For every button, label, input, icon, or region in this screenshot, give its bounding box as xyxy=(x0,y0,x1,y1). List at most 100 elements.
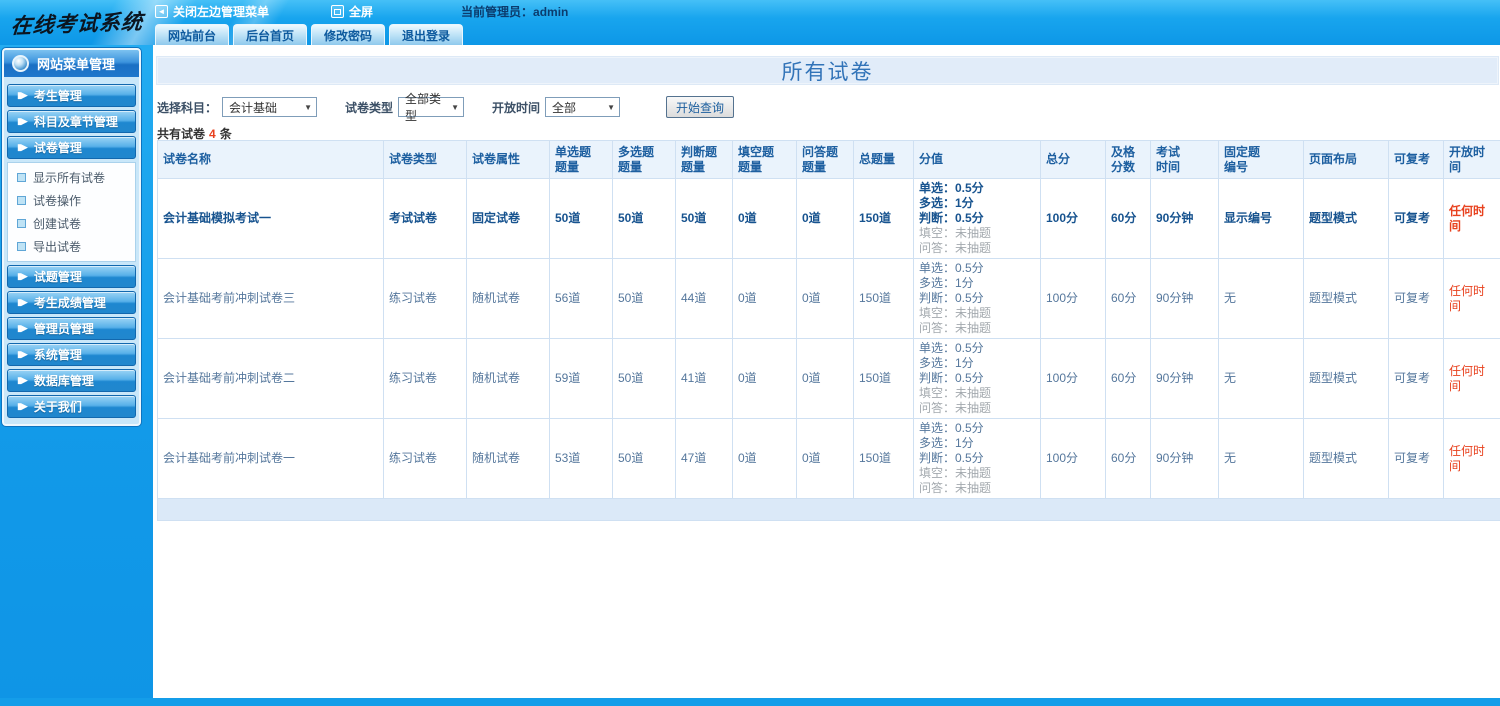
score-line: 填空：未抽题 xyxy=(919,226,992,240)
cell-open-time: 任何时间 xyxy=(1443,178,1500,259)
sidebar-subitem[interactable]: 显示所有试卷 xyxy=(8,166,135,189)
cell-fixed-no: 无 xyxy=(1218,418,1304,499)
subject-select[interactable]: 会计基础 ▼ xyxy=(222,97,318,117)
papers-table: 试卷名称 试卷类型 试卷属性 单选题 题量 多选题 题量 判断题 题量 填空题 题量 问答题 … xyxy=(157,140,1500,521)
cell-open-time: 任何时间 xyxy=(1443,258,1500,339)
score-line: 判断：0.5分 xyxy=(919,211,984,225)
sidebar-button-label: 考生成绩管理 xyxy=(33,296,106,310)
cell-single: 59道 xyxy=(549,338,613,419)
sidebar-subitem[interactable]: 创建试卷 xyxy=(8,212,135,235)
score-line: 问答：未抽题 xyxy=(919,401,992,415)
open-time-select[interactable]: 全部 ▼ xyxy=(545,97,621,117)
subject-label: 选择科目： xyxy=(157,100,218,115)
score-line: 单选：0.5分 xyxy=(919,261,984,275)
sidebar-subitem[interactable]: 试卷操作 xyxy=(8,189,135,212)
pause-play-icon: ▮▶ xyxy=(17,271,28,281)
cell-pass-score: 60分 xyxy=(1105,418,1151,499)
cell-retake: 可复考 xyxy=(1388,338,1444,419)
column-header: 试卷名称 xyxy=(157,140,384,179)
score-line: 判断：0.5分 xyxy=(919,371,984,385)
cell-single: 56道 xyxy=(549,258,613,339)
cell-qa: 0道 xyxy=(796,418,854,499)
sidebar-subitem[interactable]: 导出试卷 xyxy=(8,235,135,258)
nav-tab[interactable]: 网站前台 xyxy=(155,24,230,45)
cell-name: 会计基础考前冲刺试卷一 xyxy=(157,418,384,499)
sidebar-submenu: 显示所有试卷 试卷操作 创建试卷导出试卷 xyxy=(7,162,136,262)
cell-blank: 0道 xyxy=(732,258,797,339)
nav-tabs: 网站前台 后台首页 修改密码 退出登录 xyxy=(155,24,464,45)
paper-count-prefix: 共有试卷 xyxy=(157,127,206,141)
cell-qa: 0道 xyxy=(796,258,854,339)
cell-multi: 50道 xyxy=(612,418,676,499)
pause-play-icon: ▮▶ xyxy=(17,297,28,307)
collapse-left-icon: ◄ xyxy=(155,4,168,18)
sidebar-button[interactable]: ▮▶ 试卷管理 xyxy=(7,136,136,159)
column-header: 及格 分数 xyxy=(1105,140,1151,179)
fullscreen-button[interactable]: 全屏 xyxy=(331,3,373,20)
column-header: 总题量 xyxy=(853,140,914,179)
cell-type: 考试试卷 xyxy=(383,178,467,259)
paper-count-value: 4 xyxy=(209,127,216,141)
paper-type-select[interactable]: 全部类型 ▼ xyxy=(398,92,465,123)
cell-total-score: 100分 xyxy=(1040,418,1106,499)
table-footer-cell xyxy=(157,498,1500,521)
column-header: 判断题 题量 xyxy=(675,140,733,179)
sidebar-button[interactable]: ▮▶ 系统管理 xyxy=(7,343,136,366)
pause-play-icon: ▮▶ xyxy=(17,323,28,333)
nav-tab[interactable]: 后台首页 xyxy=(233,24,308,45)
cell-attr: 随机试卷 xyxy=(466,338,550,419)
score-line: 填空：未抽题 xyxy=(919,306,992,320)
table-row: 会计基础考前冲刺试卷二 练习试卷 随机试卷 59道 50道 41道 0道 0道 150道 单选：0… xyxy=(157,338,1500,419)
cell-layout: 题型模式 xyxy=(1303,418,1389,499)
pause-play-icon: ▮▶ xyxy=(17,375,28,385)
sidebar-button[interactable]: ▮▶ 试题管理 xyxy=(7,265,136,288)
cell-open-time: 任何时间 xyxy=(1443,418,1500,499)
sidebar-groups-bottom: ▮▶ 试题管理 ▮▶ 考生成绩管理 ▮▶ 管理员管理 ▮▶ 系统管理 ▮▶ 数据库管理 ▮▶ 关于我们 xyxy=(4,265,139,418)
score-line: 多选：1分 xyxy=(919,436,974,450)
cell-name: 会计基础模拟考试一 xyxy=(157,178,384,259)
cell-judge: 44道 xyxy=(675,258,733,339)
open-time-select-value: 全部 xyxy=(552,100,577,115)
column-header: 分值 xyxy=(913,140,1041,179)
score-line: 多选：1分 xyxy=(919,196,974,210)
bottom-bar xyxy=(0,698,1500,706)
main-content: 所有试卷 选择科目： 会计基础 ▼ 试卷类型 全部类型 ▼ 开放时间 全部 ▼ … xyxy=(153,45,1500,706)
close-left-menu-button[interactable]: ◄ 关闭左边管理菜单 xyxy=(155,3,269,20)
nav-tab[interactable]: 修改密码 xyxy=(311,24,386,45)
square-bullet-icon xyxy=(17,242,26,251)
nav-tab[interactable]: 退出登录 xyxy=(389,24,464,45)
column-header: 多选题 题量 xyxy=(612,140,676,179)
paper-type-label: 试卷类型 xyxy=(345,100,394,115)
sidebar-header-label: 网站菜单管理 xyxy=(37,57,116,72)
subject-select-value: 会计基础 xyxy=(229,100,278,115)
sidebar-button[interactable]: ▮▶ 考生成绩管理 xyxy=(7,291,136,314)
table-footer-row xyxy=(157,498,1500,521)
score-line: 问答：未抽题 xyxy=(919,321,992,335)
sidebar-button-label: 科目及章节管理 xyxy=(33,115,118,129)
sidebar-subitem-label: 导出试卷 xyxy=(33,240,82,254)
start-query-button[interactable]: 开始查询 xyxy=(666,96,735,118)
sidebar-button[interactable]: ▮▶ 关于我们 xyxy=(7,395,136,418)
cell-blank: 0道 xyxy=(732,178,797,259)
cell-scores: 单选：0.5分 多选：1分 判断：0.5分 填空：未抽题 问答：未抽题 xyxy=(913,418,1041,499)
open-time-label: 开放时间 xyxy=(492,100,541,115)
sidebar-button[interactable]: ▮▶ 数据库管理 xyxy=(7,369,136,392)
score-line: 单选：0.5分 xyxy=(919,181,984,195)
cell-time: 90分钟 xyxy=(1150,258,1219,339)
paper-count-suffix: 条 xyxy=(219,127,232,141)
pause-play-icon: ▮▶ xyxy=(17,142,28,152)
cell-blank: 0道 xyxy=(732,418,797,499)
cell-time: 90分钟 xyxy=(1150,418,1219,499)
column-header: 试卷属性 xyxy=(466,140,550,179)
cell-scores: 单选：0.5分 多选：1分 判断：0.5分 填空：未抽题 问答：未抽题 xyxy=(913,338,1041,419)
sidebar-button-label: 考生管理 xyxy=(33,89,82,103)
column-header: 可复考 xyxy=(1388,140,1444,179)
sidebar-button[interactable]: ▮▶ 管理员管理 xyxy=(7,317,136,340)
score-line: 问答：未抽题 xyxy=(919,481,992,495)
column-header: 单选题 题量 xyxy=(549,140,613,179)
sidebar-button[interactable]: ▮▶ 科目及章节管理 xyxy=(7,110,136,133)
cell-single: 50道 xyxy=(549,178,613,259)
sidebar-button[interactable]: ▮▶ 考生管理 xyxy=(7,84,136,107)
cell-fixed-no: 无 xyxy=(1218,338,1304,419)
cell-judge: 41道 xyxy=(675,338,733,419)
